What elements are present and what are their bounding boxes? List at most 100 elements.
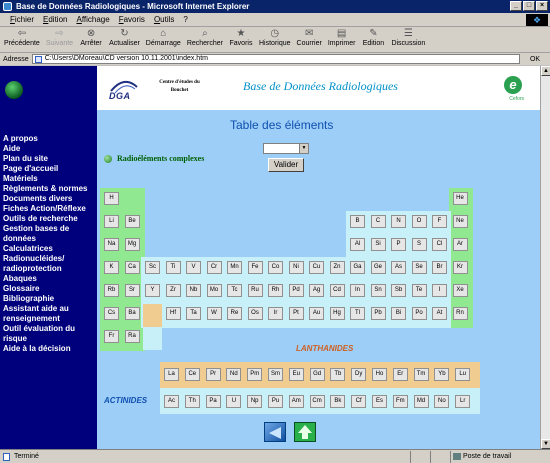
minimize-button[interactable]: _: [510, 1, 522, 11]
sidebar-item[interactable]: Page d'accueil: [3, 164, 96, 174]
element-md[interactable]: Md: [413, 395, 429, 408]
sidebar-item[interactable]: A propos: [3, 134, 96, 144]
element-sc[interactable]: Sc: [145, 261, 160, 274]
element-mn[interactable]: Mn: [227, 261, 242, 274]
element-ir[interactable]: Ir: [268, 307, 283, 320]
element-pr[interactable]: Pr: [205, 368, 221, 381]
element-cm[interactable]: Cm: [309, 395, 325, 408]
previous-page-button[interactable]: [264, 422, 286, 442]
element-si[interactable]: Si: [370, 238, 386, 251]
toolbar-button-search[interactable]: ⌕ Rechercher: [187, 27, 223, 47]
element-os[interactable]: Os: [247, 307, 263, 320]
element-eu[interactable]: Eu: [288, 368, 304, 381]
element-zn[interactable]: Zn: [329, 261, 345, 274]
toolbar-button-history[interactable]: ◷ Historique: [259, 27, 291, 47]
element-p[interactable]: P: [391, 238, 406, 251]
element-ni[interactable]: Ni: [288, 261, 304, 274]
element-cu[interactable]: Cu: [309, 261, 324, 274]
sidebar-item[interactable]: Gestion bases de données: [3, 224, 96, 244]
home-button[interactable]: [294, 422, 316, 442]
menu-edition[interactable]: Edition: [43, 15, 67, 24]
sidebar-item[interactable]: Fiches Action/Réflexe: [3, 204, 96, 214]
element-tl[interactable]: Tl: [350, 307, 365, 320]
toolbar-button-favorites[interactable]: ★ Favoris: [229, 27, 253, 47]
element-in[interactable]: In: [350, 284, 365, 297]
menu-fichier[interactable]: Fichier: [10, 15, 34, 24]
element-gd[interactable]: Gd: [309, 368, 325, 381]
element-th[interactable]: Th: [184, 395, 200, 408]
element-ta[interactable]: Ta: [186, 307, 201, 320]
element-ce[interactable]: Ce: [184, 368, 200, 381]
element-v[interactable]: V: [186, 261, 201, 274]
element-tm[interactable]: Tm: [413, 368, 429, 381]
element-am[interactable]: Am: [288, 395, 304, 408]
element-te[interactable]: Te: [411, 284, 427, 297]
element-li[interactable]: Li: [104, 215, 119, 228]
element-ga[interactable]: Ga: [350, 261, 365, 274]
sidebar-item[interactable]: Radionucléides/ radioprotection: [3, 254, 96, 274]
element-nd[interactable]: Nd: [226, 368, 242, 381]
toolbar-button-mail[interactable]: ✉ Courrier: [297, 27, 322, 47]
element-ca[interactable]: Ca: [124, 261, 140, 274]
sidebar-item[interactable]: Matériels: [3, 174, 96, 184]
element-lu[interactable]: Lu: [455, 368, 471, 381]
toolbar-button-back-arrow[interactable]: ⇦ Précédente: [4, 27, 40, 47]
element-s[interactable]: S: [411, 238, 427, 251]
element-be[interactable]: Be: [124, 215, 140, 228]
element-na[interactable]: Na: [104, 238, 119, 251]
element-hf[interactable]: Hf: [165, 307, 181, 320]
toolbar-button-stop[interactable]: ⊗ Arrêter: [79, 27, 103, 47]
element-pm[interactable]: Pm: [247, 368, 263, 381]
sidebar-item[interactable]: Calculatrices: [3, 244, 96, 254]
toolbar-button-edit[interactable]: ✎ Edition: [361, 27, 385, 47]
element-xe[interactable]: Xe: [452, 284, 468, 297]
go-button[interactable]: OK: [520, 56, 550, 63]
element-np[interactable]: Np: [247, 395, 263, 408]
element-sn[interactable]: Sn: [370, 284, 386, 297]
element-po[interactable]: Po: [411, 307, 427, 320]
element-b[interactable]: B: [350, 215, 365, 228]
close-button[interactable]: ×: [536, 1, 548, 11]
element-pa[interactable]: Pa: [205, 395, 221, 408]
element-cd[interactable]: Cd: [329, 284, 345, 297]
element-ra[interactable]: Ra: [124, 330, 140, 343]
element-rh[interactable]: Rh: [268, 284, 283, 297]
element-ho[interactable]: Ho: [372, 368, 387, 381]
element-fe[interactable]: Fe: [247, 261, 263, 274]
element-rn[interactable]: Rn: [452, 307, 468, 320]
element-sb[interactable]: Sb: [391, 284, 406, 297]
element-au[interactable]: Au: [309, 307, 324, 320]
element-ac[interactable]: Ac: [164, 395, 179, 408]
toolbar-button-forward-arrow[interactable]: ⇨ Suivante: [46, 27, 73, 47]
vertical-scrollbar[interactable]: ▲ ▼: [540, 66, 550, 449]
element-i[interactable]: I: [432, 284, 447, 297]
element-pd[interactable]: Pd: [288, 284, 304, 297]
scroll-up-icon[interactable]: ▲: [541, 66, 550, 76]
toolbar-button-refresh[interactable]: ↻ Actualiser: [109, 27, 140, 47]
element-bk[interactable]: Bk: [330, 395, 346, 408]
element-br[interactable]: Br: [432, 261, 447, 274]
element-as[interactable]: As: [391, 261, 406, 274]
element-tb[interactable]: Tb: [330, 368, 346, 381]
element-ti[interactable]: Ti: [165, 261, 181, 274]
element-cr[interactable]: Cr: [206, 261, 222, 274]
element-at[interactable]: At: [432, 307, 447, 320]
element-w[interactable]: W: [206, 307, 222, 320]
element-sr[interactable]: Sr: [124, 284, 140, 297]
element-co[interactable]: Co: [268, 261, 283, 274]
element-kr[interactable]: Kr: [452, 261, 468, 274]
element-rb[interactable]: Rb: [104, 284, 119, 297]
element-tc[interactable]: Tc: [227, 284, 242, 297]
element-u[interactable]: U: [226, 395, 242, 408]
element-ag[interactable]: Ag: [309, 284, 324, 297]
element-ne[interactable]: Ne: [452, 215, 468, 228]
element-cf[interactable]: Cf: [351, 395, 367, 408]
element-es[interactable]: Es: [372, 395, 387, 408]
sidebar-item[interactable]: Glossaire: [3, 284, 96, 294]
element-f[interactable]: F: [432, 215, 447, 228]
sidebar-item[interactable]: Abaques: [3, 274, 96, 284]
element-he[interactable]: He: [452, 192, 468, 205]
element-o[interactable]: O: [411, 215, 427, 228]
element-yb[interactable]: Yb: [434, 368, 450, 381]
element-re[interactable]: Re: [227, 307, 242, 320]
